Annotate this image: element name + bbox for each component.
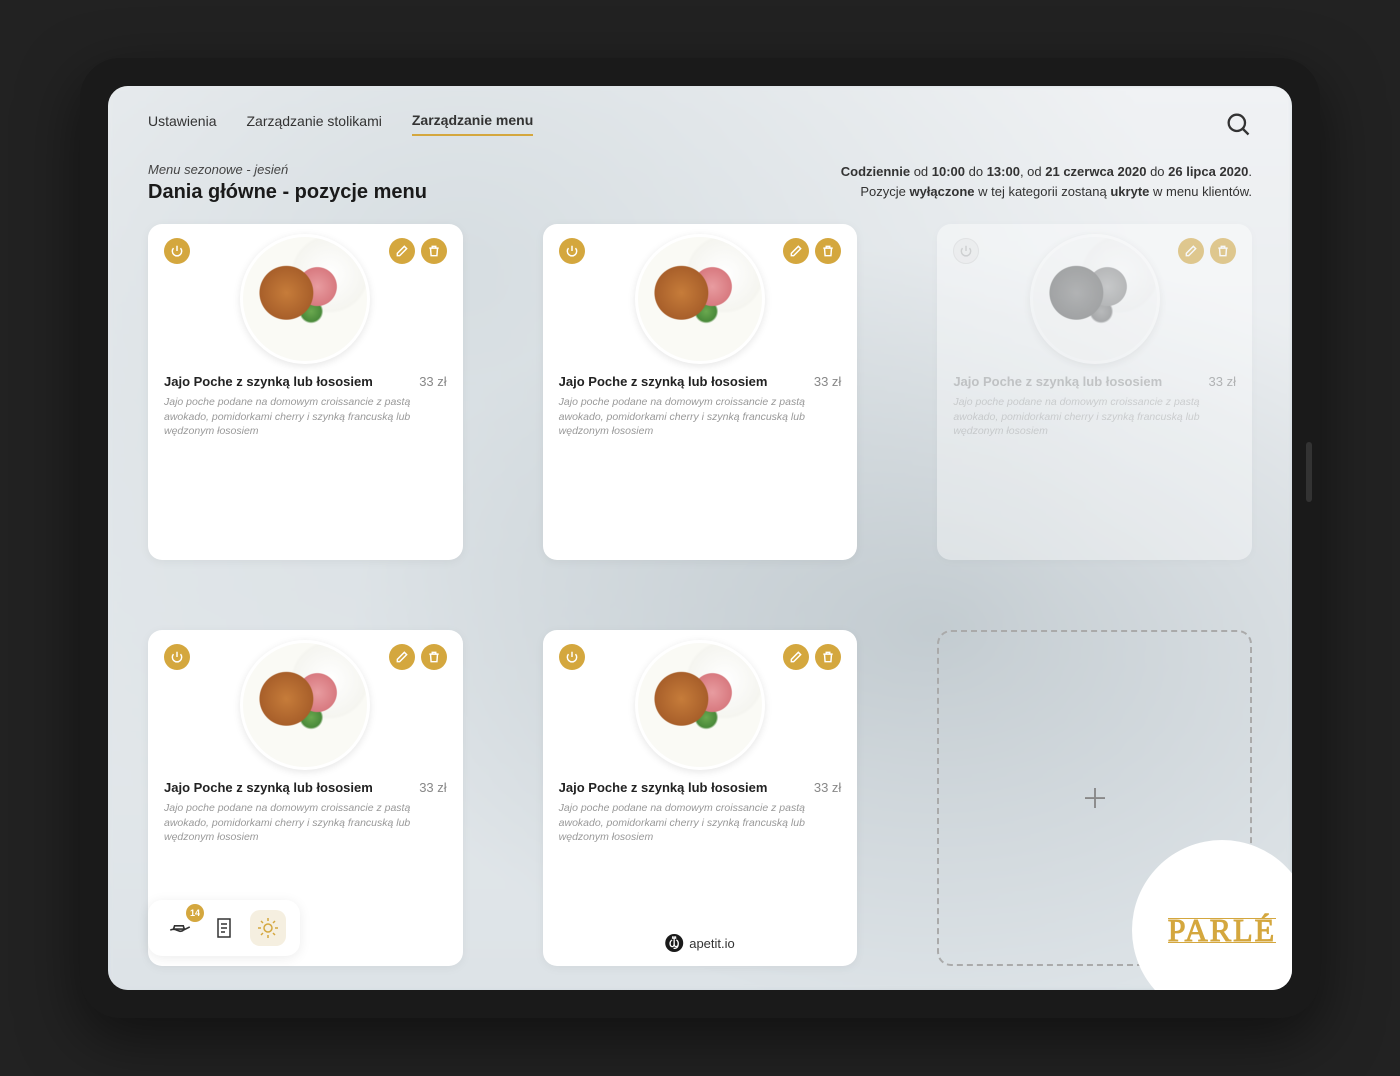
nav-item-menu[interactable]: Zarządzanie menu [412, 112, 533, 136]
dish-price: 33 zł [1209, 374, 1236, 389]
toggle-power-button[interactable] [559, 644, 585, 670]
dish-image [240, 234, 370, 364]
toggle-power-button[interactable] [953, 238, 979, 264]
delete-button[interactable] [1210, 238, 1236, 264]
top-nav: Ustawienia Zarządzanie stolikami Zarządz… [148, 110, 1252, 138]
edit-button[interactable] [1178, 238, 1204, 264]
dish-price: 33 zł [814, 374, 841, 389]
dish-image [1030, 234, 1160, 364]
nav-item-settings[interactable]: Ustawienia [148, 113, 216, 135]
bottom-toolbar: 14 [148, 900, 300, 956]
power-icon [170, 244, 184, 258]
menu-item-card[interactable]: Jajo Poche z szynką lub łososiem 33 zł J… [543, 224, 858, 560]
delete-button[interactable] [421, 238, 447, 264]
search-button[interactable] [1224, 110, 1252, 138]
dish-price: 33 zł [419, 374, 446, 389]
power-icon [170, 650, 184, 664]
dish-price: 33 zł [814, 780, 841, 795]
edit-button[interactable] [783, 644, 809, 670]
tablet-frame: Ustawienia Zarządzanie stolikami Zarządz… [80, 58, 1320, 1018]
trash-icon [821, 244, 835, 258]
info-date-end: 26 lipca 2020 [1168, 164, 1248, 179]
content-area: Ustawienia Zarządzanie stolikami Zarządz… [108, 86, 1292, 990]
power-icon [565, 650, 579, 664]
dish-image [240, 640, 370, 770]
brand-logo-icon: Ⳃ [665, 934, 683, 952]
menu-item-card[interactable]: Jajo Poche z szynką lub łososiem 33 zł J… [543, 630, 858, 966]
trash-icon [821, 650, 835, 664]
info-daily-label: Codziennie [841, 164, 910, 179]
info-time-end: 13:00 [987, 164, 1020, 179]
delete-button[interactable] [815, 238, 841, 264]
dish-price: 33 zł [419, 780, 446, 795]
search-icon [1224, 110, 1252, 138]
toggle-power-button[interactable] [164, 238, 190, 264]
settings-gear-button[interactable] [250, 910, 286, 946]
info-time-start: 10:00 [932, 164, 965, 179]
edit-icon [789, 650, 803, 664]
edit-button[interactable] [783, 238, 809, 264]
trash-icon [427, 650, 441, 664]
dish-title: Jajo Poche z szynką lub łososiem [164, 780, 373, 795]
trash-icon [1216, 244, 1230, 258]
edit-button[interactable] [389, 644, 415, 670]
receipts-button[interactable] [206, 910, 242, 946]
power-icon [565, 244, 579, 258]
menu-item-card[interactable]: Jajo Poche z szynką lub łososiem 33 zł J… [148, 224, 463, 560]
header-left: Menu sezonowe - jesień Dania główne - po… [148, 162, 427, 204]
info-date-start: 21 czerwca 2020 [1045, 164, 1146, 179]
dish-description: Jajo poche podane na domowym croissancie… [164, 801, 447, 845]
menu-grid: Jajo Poche z szynką lub łososiem 33 zł J… [148, 224, 1252, 966]
dish-title: Jajo Poche z szynką lub łososiem [559, 780, 768, 795]
receipt-icon [212, 916, 236, 940]
dish-description: Jajo poche podane na domowym croissancie… [953, 395, 1236, 439]
edit-icon [789, 244, 803, 258]
dish-image [635, 234, 765, 364]
edit-icon [1184, 244, 1198, 258]
menu-item-card-disabled[interactable]: Jajo Poche z szynką lub łososiem 33 zł J… [937, 224, 1252, 560]
header-info: Codziennie od 10:00 do 13:00, od 21 czer… [841, 162, 1252, 201]
restaurant-logo-text: PARLÉ [1168, 912, 1276, 949]
dish-description: Jajo poche podane na domowym croissancie… [559, 395, 842, 439]
edit-icon [395, 650, 409, 664]
screen: Ustawienia Zarządzanie stolikami Zarządz… [108, 86, 1292, 990]
orders-button[interactable]: 14 [162, 910, 198, 946]
page-title: Dania główne - pozycje menu [148, 181, 427, 204]
page-header: Menu sezonowe - jesień Dania główne - po… [148, 162, 1252, 204]
dish-title: Jajo Poche z szynką lub łososiem [953, 374, 1162, 389]
orders-badge: 14 [186, 904, 204, 922]
dish-title: Jajo Poche z szynką lub łososiem [164, 374, 373, 389]
dish-image [635, 640, 765, 770]
brand-name: apetit.io [689, 936, 735, 951]
dish-title: Jajo Poche z szynką lub łososiem [559, 374, 768, 389]
toggle-power-button[interactable] [559, 238, 585, 264]
dish-description: Jajo poche podane na domowym croissancie… [164, 395, 447, 439]
trash-icon [427, 244, 441, 258]
edit-button[interactable] [389, 238, 415, 264]
delete-button[interactable] [815, 644, 841, 670]
gear-sun-icon [256, 916, 280, 940]
nav-item-tables[interactable]: Zarządzanie stolikami [246, 113, 381, 135]
power-icon [959, 244, 973, 258]
plus-icon [1080, 783, 1110, 813]
delete-button[interactable] [421, 644, 447, 670]
brand-footer: Ⳃ apetit.io [665, 934, 735, 952]
edit-icon [395, 244, 409, 258]
breadcrumb: Menu sezonowe - jesień [148, 162, 427, 177]
dish-description: Jajo poche podane na domowym croissancie… [559, 801, 842, 845]
toggle-power-button[interactable] [164, 644, 190, 670]
